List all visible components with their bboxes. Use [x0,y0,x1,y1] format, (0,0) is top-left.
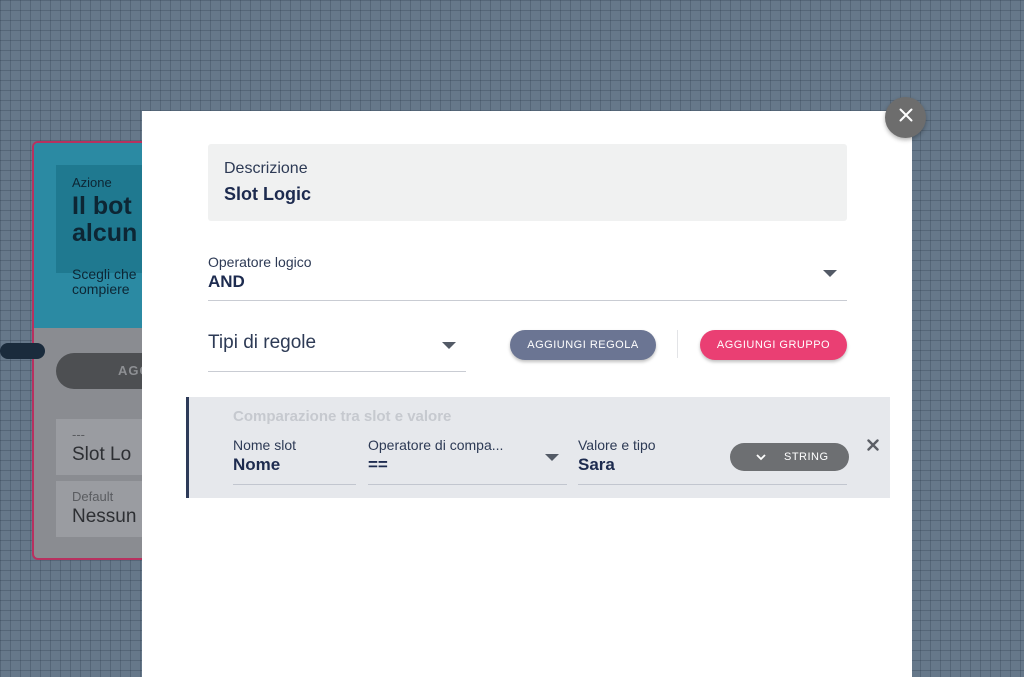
logical-operator-value: AND [208,272,245,291]
add-group-button[interactable]: AGGIUNGI GRUPPO [700,330,847,360]
description-label: Descrizione [224,160,308,177]
remove-rule-button[interactable] [865,439,881,455]
logical-operator-label: Operatore logico [208,254,312,270]
comparison-operator-label: Operatore di compa... [368,437,504,453]
rule-row: Comparazione tra slot e valore Nome slot… [186,397,890,498]
description-field[interactable]: Descrizione Slot Logic [208,144,847,221]
slot-name-field[interactable]: Nome slot Nome [233,437,356,485]
logical-operator-select[interactable]: Operatore logico AND [208,254,847,301]
button-divider [677,330,678,358]
dropdown-caret-icon [823,270,837,277]
close-icon [899,108,913,127]
dropdown-caret-icon [442,342,456,349]
close-modal-button[interactable] [885,97,926,138]
node-description: Scegli che compiere [72,267,137,297]
rule-title: Comparazione tra slot e valore [233,408,452,425]
chevron-down-icon [756,452,766,462]
node-description-line: Scegli che [72,266,137,282]
description-value: Slot Logic [224,184,311,204]
add-rule-button[interactable]: AGGIUNGI REGOLA [510,330,656,360]
node-connector-handle [0,343,45,359]
rule-types-label: Tipi di regole [208,332,317,353]
node-description-line: compiere [72,281,130,297]
slot-name-label: Nome slot [233,437,297,453]
dropdown-caret-icon [545,454,559,461]
comparison-operator-select[interactable]: Operatore di compa... == [368,437,567,485]
rule-types-select[interactable]: Tipi di regole [208,330,466,372]
comparison-operator-value: == [368,455,388,474]
value-type-label: STRING [784,451,829,463]
close-icon [867,438,879,456]
value-type-button[interactable]: STRING [730,443,849,471]
slot-name-value: Nome [233,455,281,474]
slot-logic-modal: Descrizione Slot Logic Operatore logico … [142,111,912,677]
